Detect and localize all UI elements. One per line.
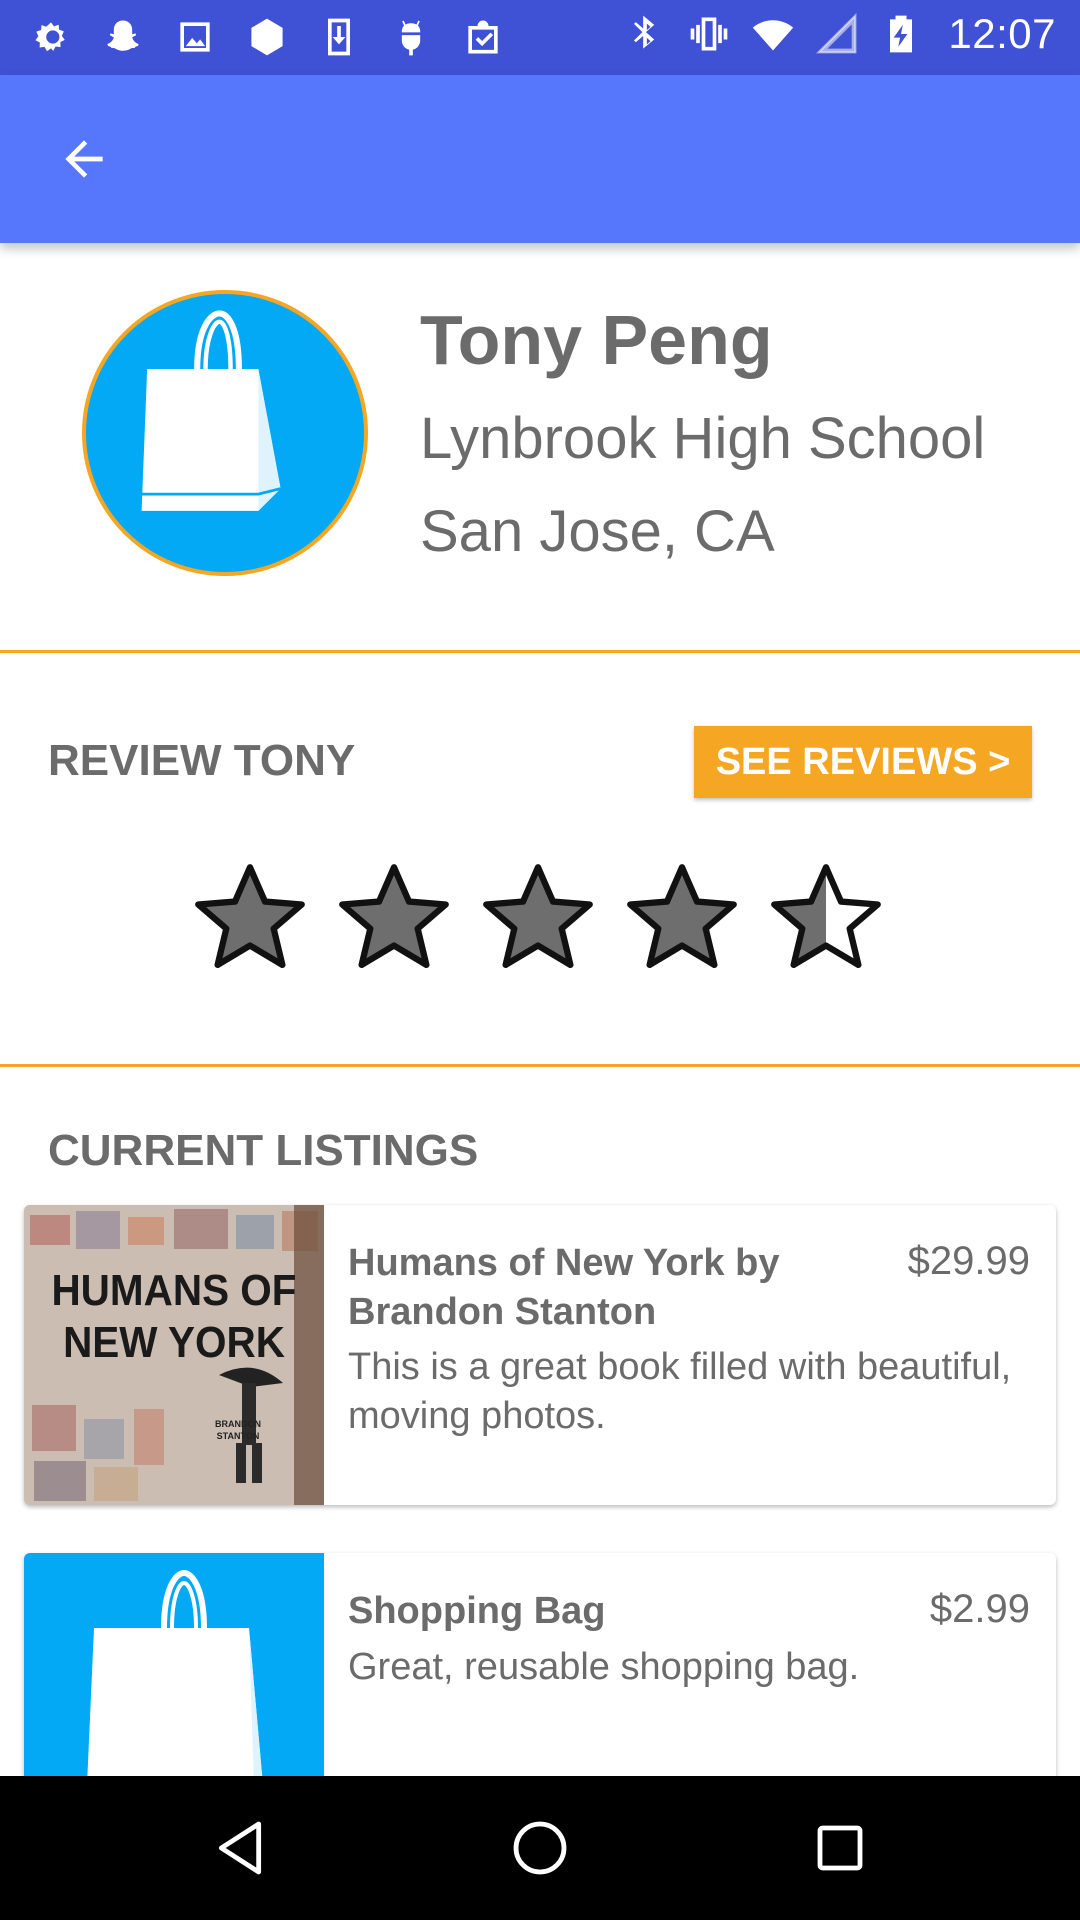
profile-name: Tony Peng xyxy=(420,301,773,379)
nav-home-button[interactable] xyxy=(500,1808,580,1888)
triangle-back-icon xyxy=(218,1821,262,1875)
status-clock: 12:07 xyxy=(948,10,1056,57)
divider xyxy=(0,650,1080,653)
listing-description: Great, reusable shopping bag. xyxy=(348,1646,860,1688)
wifi-icon xyxy=(750,11,796,57)
nav-recents-button[interactable] xyxy=(800,1808,880,1888)
shopping-bag-icon xyxy=(85,1569,266,1813)
rating-stars[interactable] xyxy=(192,860,884,976)
listing-card[interactable]: HUMANS OF NEW YORK BRANDON STANTON Human… xyxy=(24,1205,1056,1505)
listing-description: This is a great book filled with beautif… xyxy=(348,1346,1012,1437)
square-recents-icon xyxy=(817,1825,863,1871)
listing-price: $2.99 xyxy=(929,1587,1030,1631)
shopping-bag-icon xyxy=(141,310,281,511)
profile-avatar[interactable] xyxy=(82,290,368,576)
star-3[interactable] xyxy=(480,860,596,976)
signal-icon xyxy=(814,11,860,57)
book-cover-author-line1: BRANDON xyxy=(215,1419,261,1429)
book-cover-title-line2: NEW YORK xyxy=(63,1317,285,1366)
star-4[interactable] xyxy=(624,860,740,976)
android-icon xyxy=(388,14,434,60)
circle-home-icon xyxy=(513,1821,567,1875)
bluetooth-icon xyxy=(622,11,668,57)
download-icon xyxy=(316,14,362,60)
star-2[interactable] xyxy=(336,860,452,976)
book-cover-image: HUMANS OF NEW YORK BRANDON STANTON xyxy=(24,1205,324,1505)
image-icon xyxy=(172,14,218,60)
star-1[interactable] xyxy=(192,860,308,976)
listing-title: Humans of New York by Brandon Stanton xyxy=(348,1242,780,1333)
profile-school: Lynbrook High School xyxy=(420,406,986,471)
listing-card[interactable]: Shopping Bag $2.99 Great, reusable shopp… xyxy=(24,1553,1056,1813)
divider xyxy=(0,1064,1080,1067)
app-bar xyxy=(0,75,1080,243)
clipboard-check-icon xyxy=(460,14,506,60)
shopping-bag-image xyxy=(24,1553,324,1813)
navigation-bar xyxy=(0,1776,1080,1920)
arrow-back-icon xyxy=(65,140,103,178)
book-cover-title-line1: HUMANS OF xyxy=(51,1265,296,1314)
brightness-icon xyxy=(28,14,74,60)
listing-price: $29.99 xyxy=(907,1239,1030,1283)
book-cover-author-line2: STANTON xyxy=(217,1431,260,1441)
system-status-icons: 12:07 xyxy=(622,10,1056,58)
battery-charging-icon xyxy=(878,11,924,57)
nav-back-button[interactable] xyxy=(200,1808,280,1888)
profile-location: San Jose, CA xyxy=(420,499,775,564)
back-button[interactable] xyxy=(44,119,124,199)
hexagon-icon xyxy=(244,14,290,60)
listing-title: Shopping Bag xyxy=(348,1590,606,1632)
snapchat-icon xyxy=(100,14,146,60)
notification-icons xyxy=(28,14,506,60)
review-heading: REVIEW TONY xyxy=(48,736,356,785)
star-5-half[interactable] xyxy=(768,860,884,976)
status-bar: 12:07 xyxy=(0,0,1080,75)
vibrate-icon xyxy=(686,11,732,57)
listings-heading: CURRENT LISTINGS xyxy=(48,1126,479,1175)
see-reviews-button[interactable]: SEE REVIEWS > xyxy=(694,726,1032,798)
